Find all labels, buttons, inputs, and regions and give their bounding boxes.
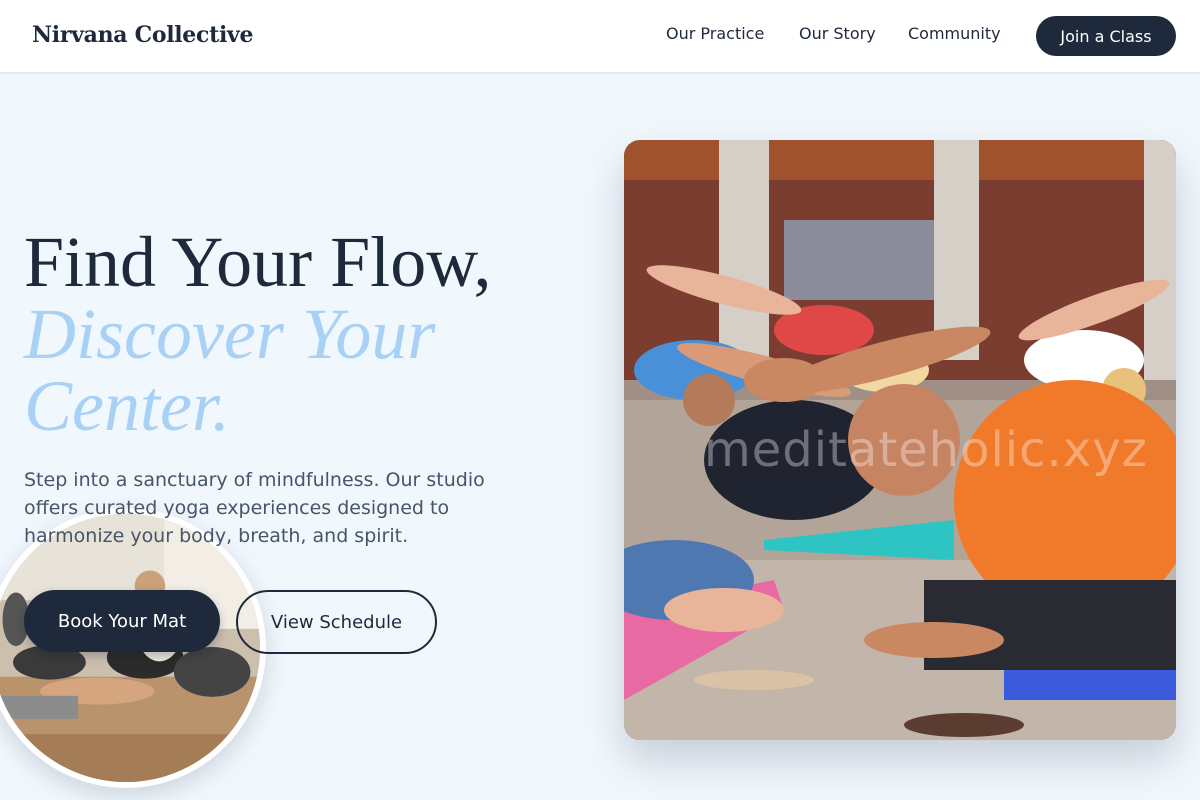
hero-subtitle: Step into a sanctuary of mindfulness. Ou… — [24, 469, 485, 547]
image-watermark: meditateholic.xyz — [704, 422, 1148, 478]
book-your-mat-button[interactable]: Book Your Mat — [24, 590, 220, 652]
headline-line-3: Center. — [24, 366, 230, 446]
hero-headline: Find Your Flow, Discover Your Center. — [24, 226, 584, 442]
nav-link-our-story[interactable]: Our Story — [799, 24, 876, 43]
site-header: Nirvana Collective Our Practice Our Stor… — [0, 0, 1200, 72]
site-logo[interactable]: Nirvana Collective — [32, 22, 254, 48]
yoga-class-hero-photo: meditateholic.xyz — [624, 140, 1176, 740]
join-class-button[interactable]: Join a Class — [1036, 16, 1176, 56]
nav-link-our-practice[interactable]: Our Practice — [666, 24, 764, 43]
nav-link-community[interactable]: Community — [908, 24, 1001, 43]
view-schedule-button[interactable]: View Schedule — [236, 590, 437, 654]
headline-line-1: Find Your Flow, — [24, 222, 492, 302]
headline-line-2: Discover Your — [24, 294, 436, 374]
